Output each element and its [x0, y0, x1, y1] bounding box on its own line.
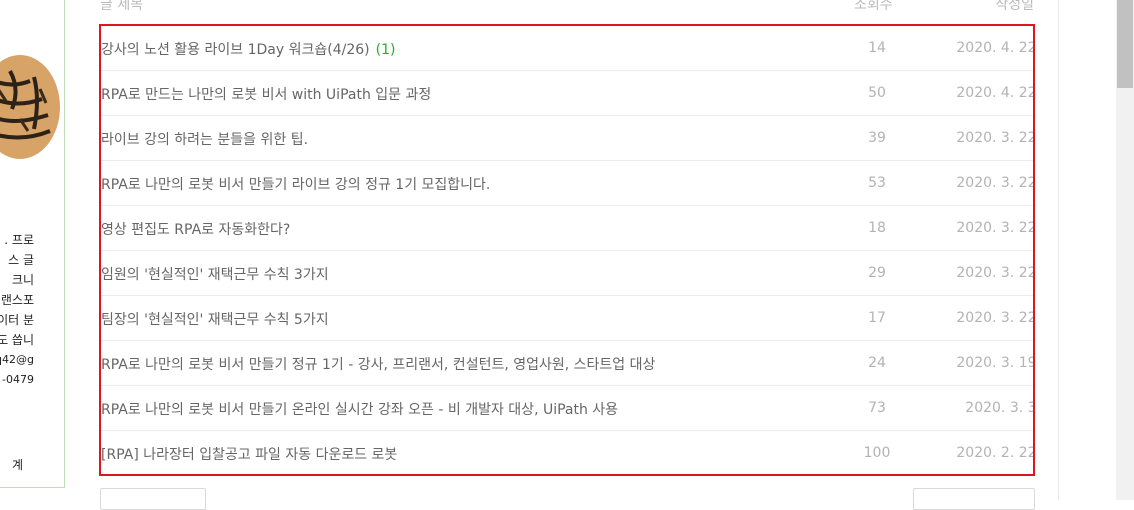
post-views: 29	[868, 265, 886, 281]
profile-panel: . 프로 스 글 크니 랜스포 이터 분 도 씁니 q42@g -0479 계	[0, 0, 65, 488]
post-row[interactable]: 강사의 노션 활용 라이브 1Day 워크숍(4/26) (1) 14 2020.…	[101, 26, 1033, 71]
post-views: 50	[868, 85, 886, 101]
post-views: 14	[868, 40, 886, 56]
board-post-list: 강사의 노션 활용 라이브 1Day 워크숍(4/26) (1) 14 2020.…	[99, 24, 1035, 476]
post-title[interactable]: 라이브 강의 하려는 분들을 위한 팁.	[101, 132, 308, 148]
post-title[interactable]: RPA로 만드는 나만의 로봇 비서 with UiPath 입문 과정	[101, 87, 431, 103]
pagination-left-button[interactable]	[100, 488, 206, 510]
post-title[interactable]: 임원의 '현실적인' 재택근무 수칙 3가지	[101, 267, 329, 283]
header-date-column: 작성일	[995, 0, 1034, 13]
header-title-column: 글 제목	[100, 0, 144, 13]
profile-footer-link[interactable]: 계	[0, 456, 23, 473]
profile-line: 랜스포	[0, 293, 34, 307]
profile-email: q42@g	[0, 353, 34, 366]
post-row[interactable]: 팀장의 '현실적인' 재택근무 수칙 5가지 17 2020. 3. 22.	[101, 296, 1033, 341]
post-title-link[interactable]: 영상 편집도 RPA로 자동화한다?	[101, 219, 290, 239]
post-title[interactable]: 영상 편집도 RPA로 자동화한다?	[101, 222, 290, 238]
post-title-link[interactable]: 팀장의 '현실적인' 재택근무 수칙 5가지	[101, 309, 329, 329]
post-title[interactable]: 강사의 노션 활용 라이브 1Day 워크숍(4/26)	[101, 42, 370, 58]
post-date: 2020. 4. 22.	[956, 40, 1035, 56]
profile-line: 이터 분	[0, 313, 34, 327]
post-title-link[interactable]: RPA로 만드는 나만의 로봇 비서 with UiPath 입문 과정	[101, 84, 431, 104]
profile-line: 스 글	[8, 253, 34, 267]
pagination-right-button[interactable]	[913, 488, 1035, 510]
post-row[interactable]: 임원의 '현실적인' 재택근무 수칙 3가지 29 2020. 3. 22.	[101, 251, 1033, 296]
profile-phone: -0479	[2, 373, 34, 386]
post-row[interactable]: 영상 편집도 RPA로 자동화한다? 18 2020. 3. 22.	[101, 206, 1033, 251]
post-title[interactable]: RPA로 나만의 로봇 비서 만들기 정규 1기 - 강사, 프리랜서, 컨설턴…	[101, 357, 655, 373]
post-row[interactable]: RPA로 나만의 로봇 비서 만들기 온라인 실시간 강좌 오픈 - 비 개발자…	[101, 386, 1033, 431]
post-date: 2020. 3. 19.	[956, 355, 1035, 371]
post-date: 2020. 3. 22.	[956, 265, 1035, 281]
board-list-header: 글 제목 조회수 작성일	[100, 0, 1034, 14]
post-title[interactable]: RPA로 나만의 로봇 비서 만들기 온라인 실시간 강좌 오픈 - 비 개발자…	[101, 402, 618, 418]
post-row[interactable]: RPA로 나만의 로봇 비서 만들기 라이브 강의 정규 1기 모집합니다. 5…	[101, 161, 1033, 206]
post-date: 2020. 2. 22.	[956, 445, 1035, 461]
header-views-column: 조회수	[854, 0, 893, 13]
post-title-link[interactable]: 강사의 노션 활용 라이브 1Day 워크숍(4/26) (1)	[101, 39, 395, 59]
post-views: 17	[868, 310, 886, 326]
post-row[interactable]: RPA로 나만의 로봇 비서 만들기 정규 1기 - 강사, 프리랜서, 컨설턴…	[101, 341, 1033, 386]
post-title[interactable]: 팀장의 '현실적인' 재택근무 수칙 5가지	[101, 312, 329, 328]
profile-line: 크니	[11, 273, 34, 287]
post-title-link[interactable]: RPA로 나만의 로봇 비서 만들기 라이브 강의 정규 1기 모집합니다.	[101, 174, 490, 194]
post-date: 2020. 4. 22.	[956, 85, 1035, 101]
page-scrollbar[interactable]	[1116, 0, 1134, 500]
scrollbar-thumb[interactable]	[1117, 0, 1133, 88]
post-title-link[interactable]: 임원의 '현실적인' 재택근무 수칙 3가지	[101, 264, 329, 284]
content-divider	[1058, 0, 1059, 500]
post-views: 18	[868, 220, 886, 236]
post-row[interactable]: [RPA] 나라장터 입찰공고 파일 자동 다운로드 로봇 100 2020. …	[101, 431, 1035, 474]
post-date: 2020. 3. 3.	[965, 400, 1035, 416]
post-row[interactable]: 라이브 강의 하려는 분들을 위한 팁. 39 2020. 3. 22.	[101, 116, 1033, 161]
post-views: 53	[868, 175, 886, 191]
post-row[interactable]: RPA로 만드는 나만의 로봇 비서 with UiPath 입문 과정 50 …	[101, 71, 1033, 116]
comment-count[interactable]: (1)	[376, 42, 396, 58]
post-title-link[interactable]: [RPA] 나라장터 입찰공고 파일 자동 다운로드 로봇	[101, 444, 397, 464]
post-title[interactable]: [RPA] 나라장터 입찰공고 파일 자동 다운로드 로봇	[101, 447, 397, 463]
post-title[interactable]: RPA로 나만의 로봇 비서 만들기 라이브 강의 정규 1기 모집합니다.	[101, 177, 490, 193]
post-date: 2020. 3. 22.	[956, 130, 1035, 146]
profile-line: . 프로	[4, 233, 34, 247]
post-title-link[interactable]: RPA로 나만의 로봇 비서 만들기 온라인 실시간 강좌 오픈 - 비 개발자…	[101, 399, 618, 419]
post-date: 2020. 3. 22.	[956, 310, 1035, 326]
profile-line: 도 씁니	[0, 333, 34, 347]
post-views: 24	[868, 355, 886, 371]
post-title-link[interactable]: RPA로 나만의 로봇 비서 만들기 정규 1기 - 강사, 프리랜서, 컨설턴…	[101, 354, 655, 374]
post-title-link[interactable]: 라이브 강의 하려는 분들을 위한 팁.	[101, 129, 308, 149]
profile-avatar-image	[0, 19, 60, 159]
post-date: 2020. 3. 22.	[956, 175, 1035, 191]
post-views: 39	[868, 130, 886, 146]
post-date: 2020. 3. 22.	[956, 220, 1035, 236]
post-views: 73	[868, 400, 886, 416]
profile-description: . 프로 스 글 크니 랜스포 이터 분 도 씁니 q42@g -0479	[0, 230, 64, 390]
post-views: 100	[863, 445, 891, 461]
